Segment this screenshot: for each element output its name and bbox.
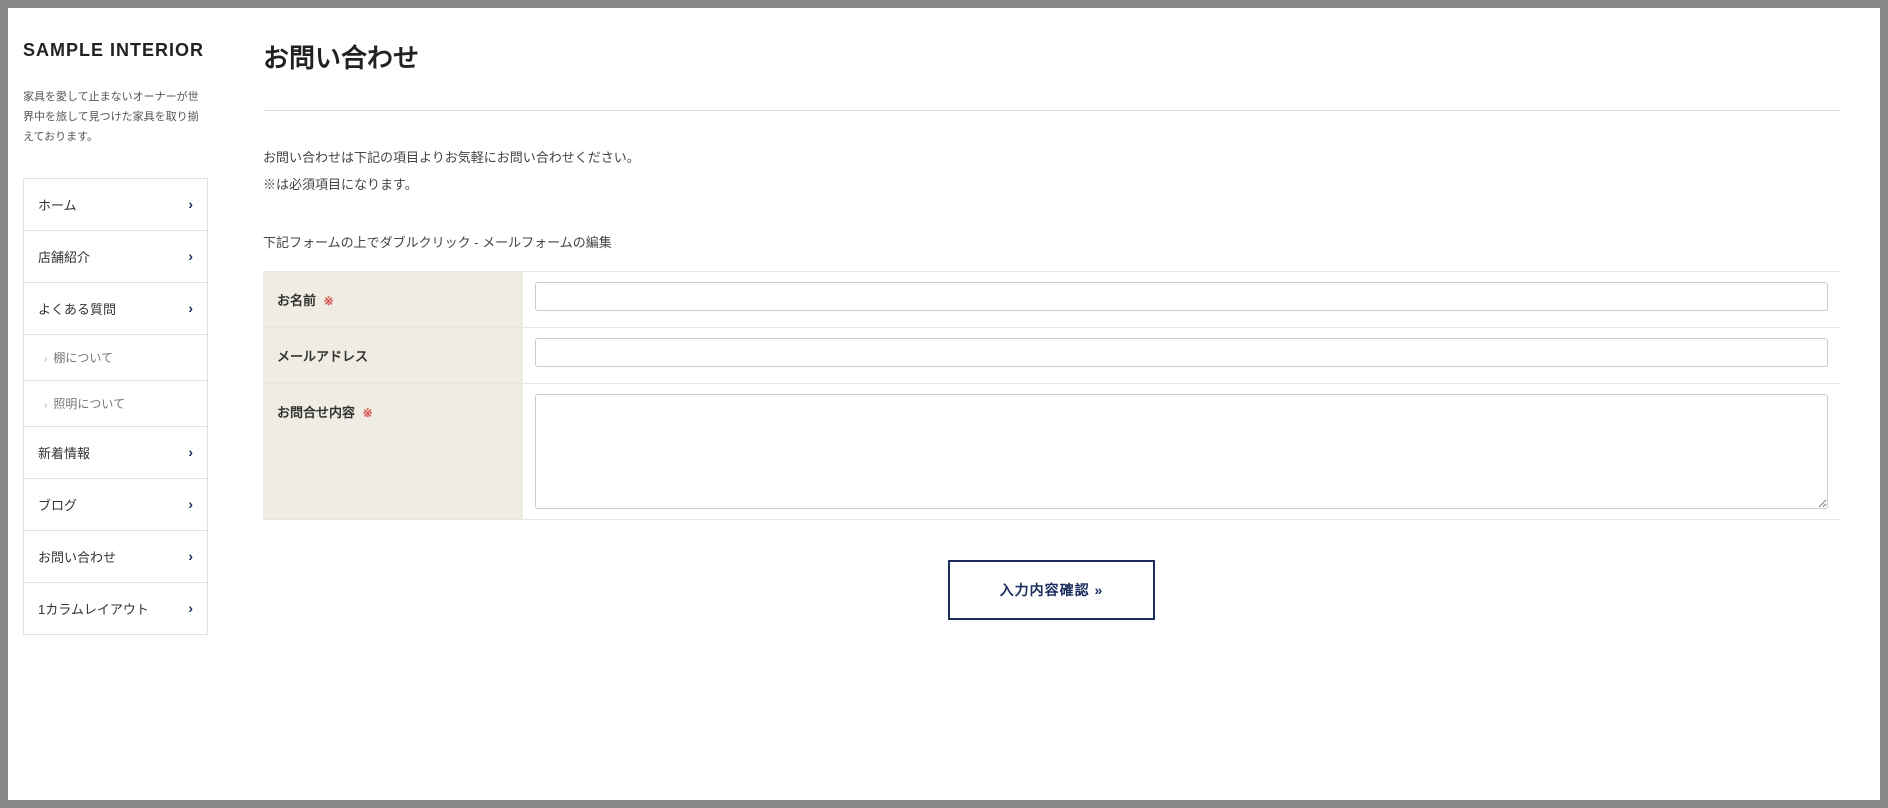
label-text: メールアドレス <box>277 349 368 364</box>
required-mark: ※ <box>324 294 334 308</box>
nav-label: よくある質問 <box>38 299 116 318</box>
submit-wrap: 入力内容確認 » <box>263 560 1840 620</box>
chevron-right-icon: › <box>188 600 193 616</box>
site-title: SAMPLE INTERIOR <box>23 38 208 63</box>
intro-line1: お問い合わせは下記の項目よりお気軽にお問い合わせください。 <box>263 146 1840 169</box>
form-edit-hint: 下記フォームの上でダブルクリック - メールフォームの編集 <box>263 232 1840 251</box>
main-content: お問い合わせ お問い合わせは下記の項目よりお気軽にお問い合わせください。 ※は必… <box>223 8 1880 800</box>
nav-item-blog[interactable]: ブログ › <box>24 479 207 531</box>
nav-item-news[interactable]: 新着情報 › <box>24 427 207 479</box>
email-input-wrap <box>523 328 1840 383</box>
nav-label: ブログ <box>38 495 77 514</box>
name-input-wrap <box>523 272 1840 327</box>
site-description: 家具を愛して止まないオーナーが世界中を旅して見つけた家具を取り揃えております。 <box>23 88 208 147</box>
label-text: お問合せ内容 <box>277 405 355 420</box>
chevron-right-icon: › <box>44 400 47 411</box>
page-title: お問い合わせ <box>263 38 1840 111</box>
nav-item-contact[interactable]: お問い合わせ › <box>24 531 207 583</box>
intro-line2: ※は必須項目になります。 <box>263 173 1840 196</box>
chevron-right-icon: › <box>188 548 193 564</box>
nav-subitem-lighting[interactable]: › 照明について <box>24 381 207 427</box>
email-input[interactable] <box>535 338 1828 367</box>
email-label: メールアドレス <box>263 328 523 383</box>
chevron-right-icon: › <box>188 444 193 460</box>
nav-label: 照明について <box>53 397 125 411</box>
chevron-right-icon: › <box>188 300 193 316</box>
sidebar: SAMPLE INTERIOR 家具を愛して止まないオーナーが世界中を旅して見つ… <box>8 8 223 800</box>
sidebar-nav: ホーム › 店舗紹介 › よくある質問 › › 棚について › 照明について 新着情… <box>23 178 208 635</box>
nav-subitem-shelves[interactable]: › 棚について <box>24 335 207 381</box>
chevron-right-icon: › <box>44 354 47 365</box>
chevron-right-icon: › <box>188 496 193 512</box>
nav-item-shop[interactable]: 店舗紹介 › <box>24 231 207 283</box>
contact-form: お名前 ※ メールアドレス お問合せ内容 ※ <box>263 271 1840 520</box>
content-label: お問合せ内容 ※ <box>263 384 523 519</box>
chevron-right-icon: › <box>188 196 193 212</box>
required-mark: ※ <box>363 406 373 420</box>
nav-label: お問い合わせ <box>38 547 116 566</box>
form-row-email: メールアドレス <box>263 328 1840 384</box>
form-row-content: お問合せ内容 ※ <box>263 384 1840 520</box>
nav-label: 新着情報 <box>38 443 90 462</box>
name-input[interactable] <box>535 282 1828 311</box>
nav-label: 棚について <box>53 351 113 365</box>
label-text: お名前 <box>277 293 316 308</box>
nav-item-onecolumn[interactable]: 1カラムレイアウト › <box>24 583 207 635</box>
nav-label: ホーム <box>38 195 77 214</box>
confirm-button[interactable]: 入力内容確認 » <box>948 560 1156 620</box>
intro-text: お問い合わせは下記の項目よりお気軽にお問い合わせください。 ※は必須項目になりま… <box>263 146 1840 197</box>
name-label: お名前 ※ <box>263 272 523 327</box>
nav-label: 店舗紹介 <box>38 247 90 266</box>
form-row-name: お名前 ※ <box>263 272 1840 328</box>
nav-item-home[interactable]: ホーム › <box>24 179 207 231</box>
chevron-right-icon: › <box>188 248 193 264</box>
nav-item-faq[interactable]: よくある質問 › <box>24 283 207 335</box>
content-input-wrap <box>523 384 1840 519</box>
content-textarea[interactable] <box>535 394 1828 509</box>
nav-label: 1カラムレイアウト <box>38 599 149 618</box>
